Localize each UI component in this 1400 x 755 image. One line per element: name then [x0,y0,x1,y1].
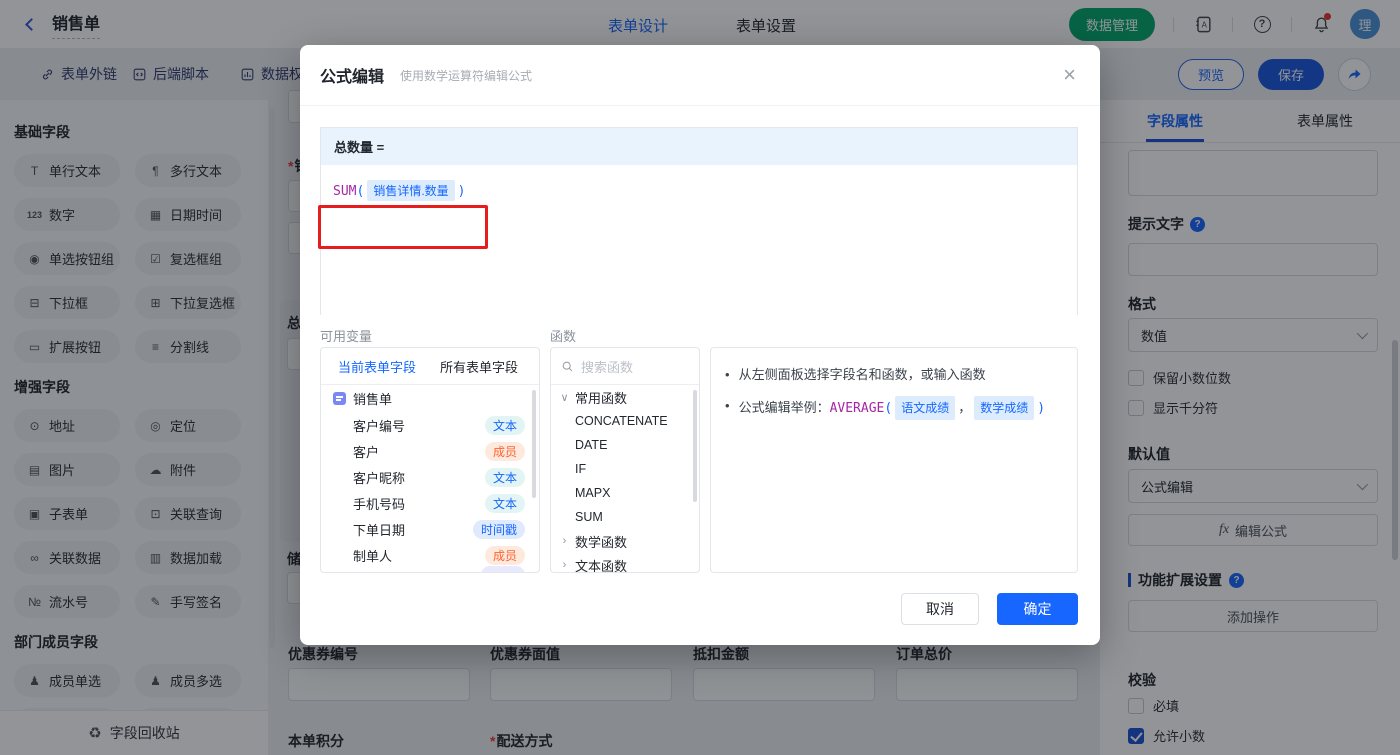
app-window: 销售单 表单设计 表单设置 数据管理 A ? 理 表单外链 后端脚本 数据权 [0,0,1400,755]
red-annotation-box [318,205,488,249]
type-tag: 成员 [485,546,525,565]
function-item[interactable]: SUM [551,505,699,529]
function-item[interactable]: IF [551,457,699,481]
chevron-collapsed-icon: › [559,535,570,547]
example-chip: 语文成绩 [895,396,955,420]
example-keyword: AVERAGE [830,401,885,416]
group-common-functions[interactable]: ∨常用函数 [551,385,699,409]
type-tag: 文本 [485,468,525,487]
variable-row[interactable]: 客户昵称文本 [321,464,539,490]
tip-line-1: •从左侧面板选择字段名和函数，或输入函数 [725,365,1063,385]
variables-scrollbar[interactable] [532,390,536,498]
chevron-expanded-icon: ∨ [559,391,570,404]
function-item[interactable]: DATE [551,433,699,457]
variables-panel: 当前表单字段 所有表单字段 销售单 客户编号文本 客户成员 客户昵称文本 手机号… [320,347,540,573]
variable-row[interactable]: 下单日期时间戳 [321,516,539,542]
functions-panel: 搜索函数 ∨常用函数 CONCATENATE DATE IF MAPX SUM … [550,347,700,573]
formula-keyword: SUM [333,184,356,199]
cancel-button[interactable]: 取消 [901,593,979,625]
variable-row[interactable]: 客户编号文本 [321,412,539,438]
type-tag: 时间戳 [473,520,525,539]
formula-input-area[interactable]: SUM(销售详情.数量) [321,165,1077,315]
tips-panel: •从左侧面板选择字段名和函数，或输入函数 •公式编辑举例：AVERAGE(语文成… [710,347,1078,573]
formula-editor: 总数量 = SUM(销售详情.数量) [320,127,1078,315]
variable-row[interactable]: 手机号码文本 [321,490,539,516]
variables-label: 可用变量 [320,326,372,345]
clipped-tag [481,566,525,573]
search-placeholder: 搜索函数 [581,357,633,376]
functions-scrollbar[interactable] [693,390,697,502]
type-tag: 成员 [485,442,525,461]
modal-title: 公式编辑 [320,63,384,87]
formula-target: 总数量 = [321,128,1077,165]
variable-row[interactable]: 客户成员 [321,438,539,464]
chevron-collapsed-icon: › [559,559,570,571]
tree-root-sales-order[interactable]: 销售单 [321,385,539,412]
field-chip[interactable]: 销售详情.数量 [367,180,454,201]
tab-current-form-fields[interactable]: 当前表单字段 [338,357,416,376]
type-tag: 文本 [485,494,525,513]
tab-all-form-fields[interactable]: 所有表单字段 [440,357,518,376]
search-icon [561,360,574,373]
form-doc-icon [333,392,346,405]
close-icon[interactable]: × [1063,64,1076,86]
formula-edit-modal: 公式编辑 使用数学运算符编辑公式 × 总数量 = SUM(销售详情.数量) 可用… [300,45,1100,645]
type-tag: 文本 [485,416,525,435]
confirm-button[interactable]: 确定 [997,593,1078,625]
function-item[interactable]: MAPX [551,481,699,505]
modal-subtitle: 使用数学运算符编辑公式 [400,67,532,84]
function-search-input[interactable]: 搜索函数 [551,348,699,385]
group-math-functions[interactable]: ›数学函数 [551,529,699,553]
functions-label: 函数 [550,326,576,345]
variable-row[interactable]: 制单人成员 [321,542,539,568]
example-chip: 数学成绩 [974,396,1034,420]
group-text-functions[interactable]: ›文本函数 [551,553,699,573]
tip-line-2: •公式编辑举例：AVERAGE(语文成绩，数学成绩) [725,396,1063,420]
function-item[interactable]: CONCATENATE [551,409,699,433]
